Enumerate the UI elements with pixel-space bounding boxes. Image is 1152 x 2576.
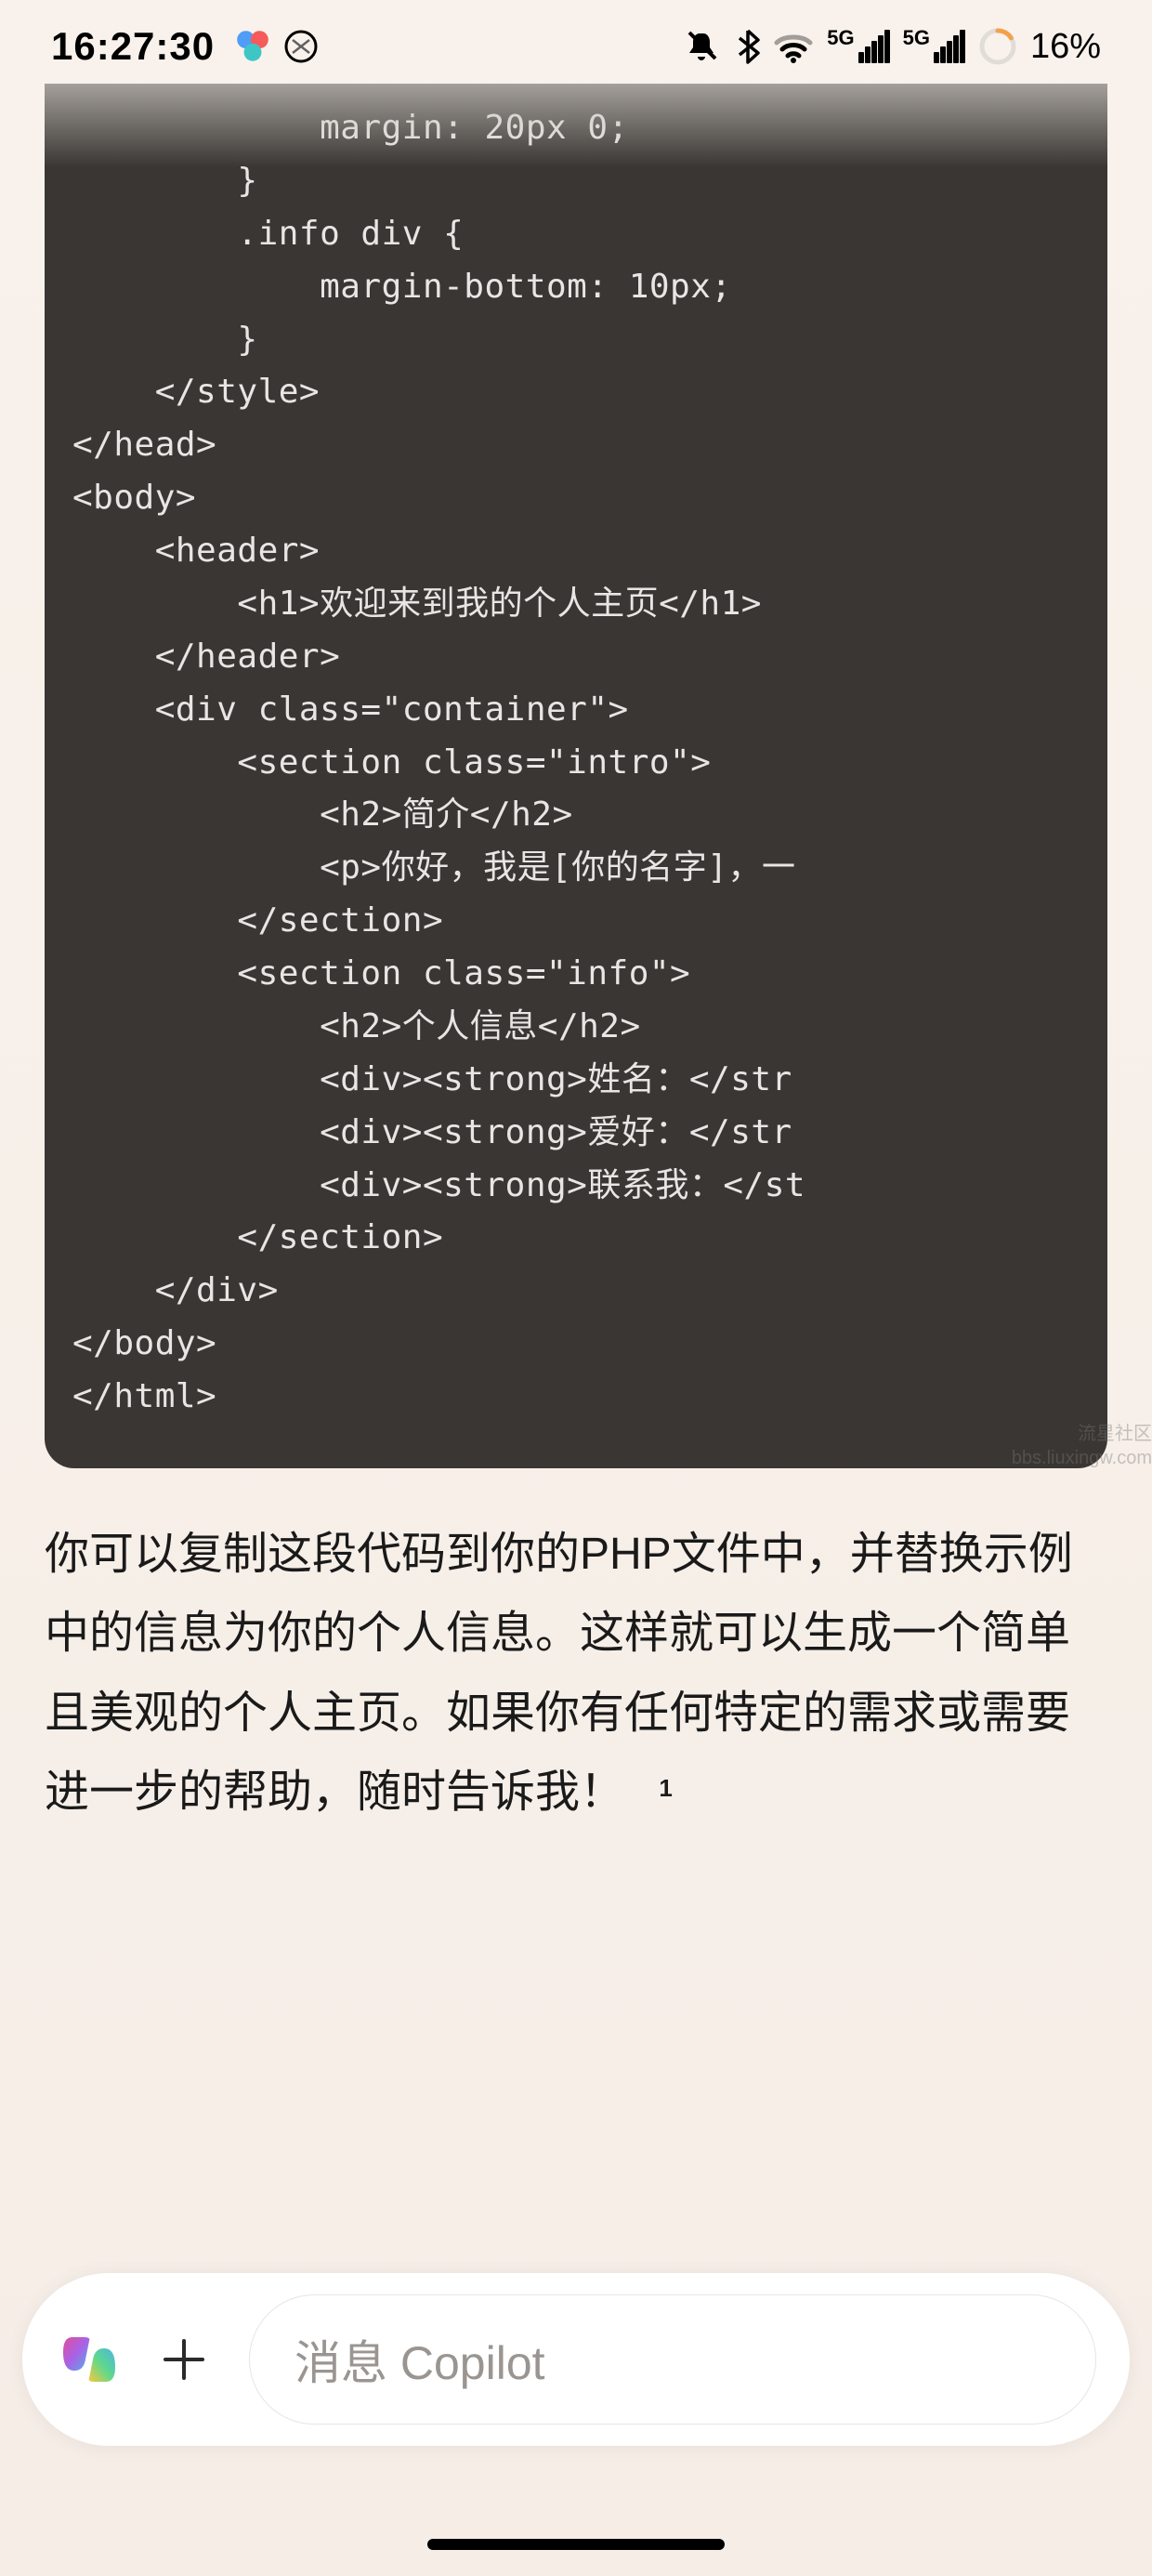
status-left: 16:27:30	[51, 24, 319, 69]
copilot-logo-icon[interactable]	[56, 2326, 123, 2393]
mute-icon	[684, 27, 723, 66]
status-time: 16:27:30	[51, 24, 215, 69]
status-right: 5G 5G 16%	[684, 27, 1101, 67]
input-bar: 消息 Copilot	[22, 2273, 1130, 2446]
battery-percent: 16%	[1030, 27, 1101, 67]
battery-ring-icon	[978, 27, 1017, 66]
wifi-icon	[773, 30, 814, 63]
message-body: 你可以复制这段代码到你的PHP文件中，并替换示例中的信息为你的个人信息。这样就可…	[45, 1530, 1073, 1817]
watermark: 流星社区 bbs.liuxingw.com	[1012, 1422, 1152, 1470]
signal-5g-1: 5G	[827, 30, 889, 63]
add-button[interactable]	[158, 2333, 210, 2385]
app-circle-icon	[283, 29, 319, 64]
baidu-cloud-icon	[233, 27, 272, 66]
code-block[interactable]: margin: 20px 0; } .info div { margin-bot…	[45, 84, 1107, 1468]
status-bar: 16:27:30 5G	[0, 0, 1152, 84]
app-icons	[233, 27, 319, 66]
message-input[interactable]: 消息 Copilot	[249, 2294, 1096, 2425]
home-indicator[interactable]	[427, 2539, 725, 2550]
footnote-marker: 1	[659, 1774, 672, 1802]
signal-5g-2: 5G	[903, 30, 965, 63]
assistant-message: 你可以复制这段代码到你的PHP文件中，并替换示例中的信息为你的个人信息。这样就可…	[45, 1515, 1107, 1833]
bluetooth-icon	[736, 27, 760, 66]
code-content: margin: 20px 0; } .info div { margin-bot…	[72, 102, 1080, 1424]
input-placeholder: 消息 Copilot	[295, 2326, 545, 2393]
